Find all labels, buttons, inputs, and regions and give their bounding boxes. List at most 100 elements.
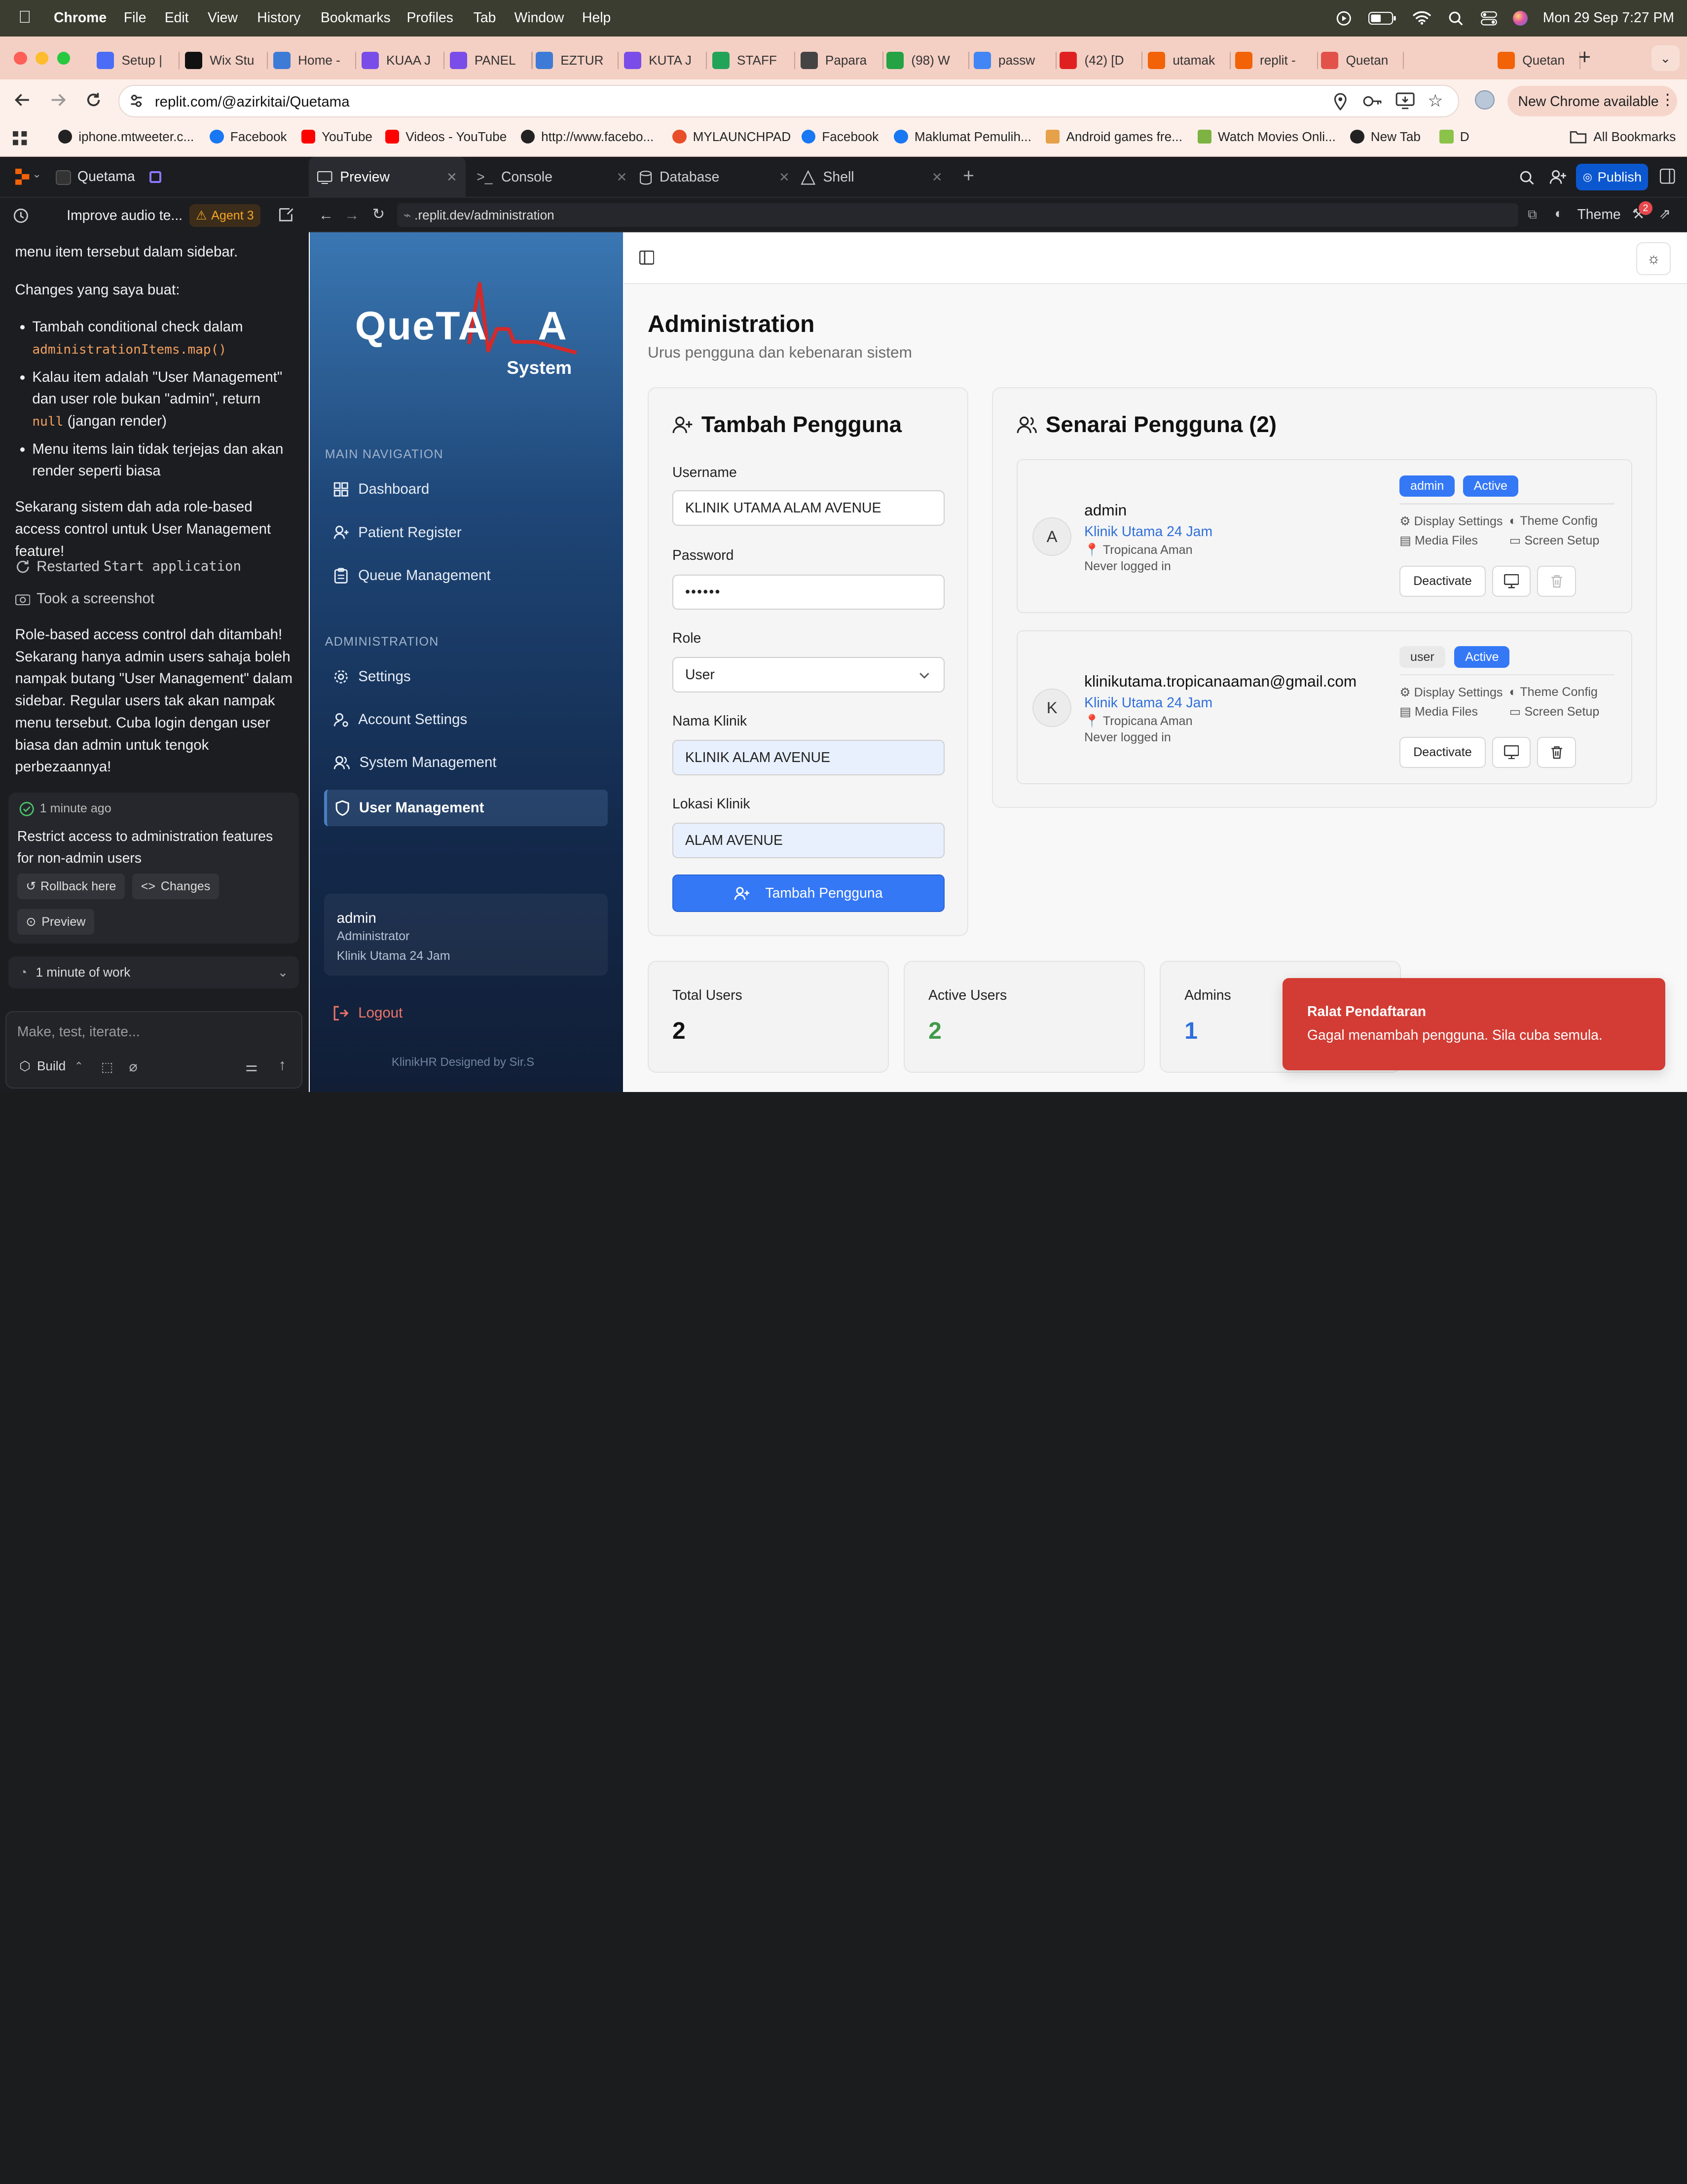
theme-sun-icon[interactable]: ☼ bbox=[1636, 242, 1671, 276]
open-new-window-icon[interactable]: ⇗ bbox=[1659, 206, 1671, 222]
replit-logo-icon[interactable] bbox=[15, 169, 31, 186]
bookmark-item[interactable]: Maklumat Pemulih... bbox=[894, 129, 1031, 145]
screen-assign-button[interactable] bbox=[1492, 736, 1531, 768]
tab-panel[interactable]: PANEL bbox=[449, 45, 527, 75]
preview-reload-icon[interactable]: ↻ bbox=[372, 206, 385, 223]
add-user-button[interactable]: Tambah Pengguna bbox=[672, 874, 945, 912]
user-clinic[interactable]: Klinik Utama 24 Jam bbox=[1084, 695, 1212, 711]
project-name[interactable]: Quetama bbox=[77, 169, 135, 185]
activity-restarted[interactable]: Restarted Start application bbox=[15, 558, 241, 575]
play-status-icon[interactable] bbox=[1336, 11, 1352, 26]
tab-quetan-2[interactable]: Quetan bbox=[1498, 45, 1564, 75]
tab-utama[interactable]: utamak bbox=[1148, 45, 1225, 75]
window-minimize-button[interactable] bbox=[35, 51, 49, 65]
menu-history[interactable]: History bbox=[257, 10, 300, 26]
window-zoom-button[interactable] bbox=[57, 51, 70, 65]
agent-input-placeholder[interactable]: Make, test, iterate... bbox=[17, 1024, 140, 1040]
nav-item-system-management[interactable]: System Management bbox=[325, 744, 594, 781]
build-mode-button[interactable]: ⬡ Build ⌃ bbox=[19, 1058, 83, 1074]
menu-bookmarks[interactable]: Bookmarks bbox=[321, 10, 391, 26]
profile-avatar[interactable] bbox=[1475, 90, 1495, 110]
attach-icon[interactable]: ⌀ bbox=[129, 1058, 138, 1075]
tab-setup[interactable]: Setup | bbox=[97, 45, 174, 75]
menu-profiles[interactable]: Profiles bbox=[406, 10, 453, 26]
location-icon[interactable] bbox=[1333, 92, 1348, 111]
menu-file[interactable]: File bbox=[124, 10, 147, 26]
menu-tab[interactable]: Tab bbox=[474, 10, 496, 26]
history-icon[interactable] bbox=[13, 208, 29, 224]
tab-database[interactable]: Database ✕ bbox=[639, 157, 790, 198]
delete-user-button[interactable] bbox=[1537, 565, 1576, 597]
select-element-icon[interactable]: ⬚ bbox=[101, 1059, 113, 1075]
bookmark-item[interactable]: Android games fre... bbox=[1046, 129, 1182, 145]
tab-youtube[interactable]: (42) [D bbox=[1060, 45, 1137, 75]
window-close-button[interactable] bbox=[14, 51, 27, 65]
logout-button[interactable]: Logout bbox=[333, 1005, 403, 1021]
activity-screenshot[interactable]: Took a screenshot bbox=[15, 590, 154, 607]
bookmark-item[interactable]: iphone.mtweeter.c... bbox=[58, 129, 194, 145]
search-icon[interactable] bbox=[1519, 170, 1535, 185]
spotlight-icon[interactable] bbox=[1448, 11, 1464, 26]
nav-item-patient-register[interactable]: Patient Register bbox=[325, 514, 594, 551]
control-center-icon[interactable] bbox=[1480, 11, 1498, 26]
nav-item-queue-management[interactable]: Queue Management bbox=[325, 557, 594, 594]
theme-label[interactable]: Theme bbox=[1577, 207, 1620, 223]
new-chat-icon[interactable] bbox=[278, 207, 295, 223]
url-text[interactable]: replit.com/@azirkitai/Quetama bbox=[155, 94, 350, 110]
delete-user-button[interactable] bbox=[1537, 736, 1576, 768]
deactivate-button[interactable]: Deactivate bbox=[1399, 736, 1486, 768]
rollback-button[interactable]: ↺ Rollback here bbox=[17, 874, 125, 900]
preview-back-icon[interactable]: ← bbox=[319, 207, 334, 224]
battery-icon[interactable] bbox=[1368, 11, 1396, 25]
agent-badge[interactable]: ⚠ Agent 3 bbox=[189, 204, 260, 227]
apple-icon[interactable]:  bbox=[18, 7, 31, 27]
tab-console[interactable]: >_ Console ✕ bbox=[477, 157, 627, 198]
thread-title[interactable]: Improve audio te... bbox=[67, 208, 183, 224]
all-bookmarks[interactable]: All Bookmarks bbox=[1570, 129, 1676, 145]
publish-button[interactable]: ◎ Publish bbox=[1576, 163, 1649, 191]
username-input[interactable]: KLINIK UTAMA ALAM AVENUE bbox=[672, 490, 945, 526]
close-icon[interactable]: ✕ bbox=[446, 170, 457, 185]
menu-app-name[interactable]: Chrome bbox=[54, 10, 107, 26]
send-arrow-icon[interactable]: ↑ bbox=[279, 1056, 286, 1074]
bookmark-item[interactable]: http://www.facebo... bbox=[520, 129, 654, 145]
clinic-name-input[interactable]: KLINIK ALAM AVENUE bbox=[672, 740, 945, 776]
add-tab-plus-icon[interactable]: + bbox=[963, 165, 974, 187]
chevron-down-icon[interactable]: ⌄ bbox=[32, 168, 41, 181]
tab-kuaa[interactable]: KUAA J bbox=[361, 45, 439, 75]
password-key-icon[interactable] bbox=[1363, 94, 1382, 109]
bookmark-item[interactable]: Facebook bbox=[801, 129, 879, 145]
preview-button[interactable]: ⊙ Preview bbox=[17, 909, 94, 935]
user-clinic[interactable]: Klinik Utama 24 Jam bbox=[1084, 524, 1212, 540]
nav-item-dashboard[interactable]: Dashboard bbox=[325, 471, 594, 508]
agent-input-box[interactable]: Make, test, iterate... ⬡ Build ⌃ ⬚ ⌀ ⚌ ↑ bbox=[5, 1011, 302, 1089]
screen-assign-button[interactable] bbox=[1492, 565, 1531, 597]
tab-kuta[interactable]: KUTA J bbox=[624, 45, 701, 75]
back-arrow-icon[interactable] bbox=[13, 90, 32, 109]
changes-button[interactable]: <> Changes bbox=[132, 874, 219, 900]
settings-sliders-icon[interactable]: ⚌ bbox=[245, 1058, 257, 1075]
install-app-icon[interactable] bbox=[1395, 92, 1415, 109]
nav-item-settings[interactable]: Settings bbox=[325, 658, 594, 695]
omnibox[interactable]: replit.com/@azirkitai/Quetama ☆ bbox=[118, 85, 1459, 117]
site-settings-icon[interactable] bbox=[128, 92, 145, 109]
tab-quetan[interactable]: Quetan bbox=[1321, 45, 1398, 75]
close-icon[interactable]: ✕ bbox=[617, 170, 627, 185]
forward-arrow-icon[interactable] bbox=[48, 90, 68, 109]
bookmark-item[interactable]: YouTube bbox=[301, 129, 372, 145]
clinic-location-input[interactable]: ALAM AVENUE bbox=[672, 823, 945, 859]
close-icon[interactable]: ✕ bbox=[779, 170, 790, 185]
close-icon[interactable]: ✕ bbox=[932, 170, 943, 185]
tab-home[interactable]: Home - bbox=[273, 45, 351, 75]
menu-edit[interactable]: Edit bbox=[165, 10, 189, 26]
tab-replit[interactable]: replit - bbox=[1235, 45, 1313, 75]
bookmark-item[interactable]: D bbox=[1439, 129, 1469, 145]
tab-search-chevron-icon[interactable]: ⌄ bbox=[1651, 45, 1680, 71]
menubar-datetime[interactable]: Mon 29 Sep 7:27 PM bbox=[1543, 10, 1674, 26]
siri-icon[interactable] bbox=[1512, 10, 1528, 26]
new-chrome-available-button[interactable]: New Chrome available ⋮ bbox=[1507, 86, 1678, 116]
bookmark-item[interactable]: Facebook bbox=[210, 129, 287, 145]
bookmark-item[interactable]: Videos - YouTube bbox=[385, 129, 507, 145]
nav-item-user-management[interactable]: User Management bbox=[324, 789, 608, 827]
role-select[interactable]: User bbox=[672, 657, 945, 693]
